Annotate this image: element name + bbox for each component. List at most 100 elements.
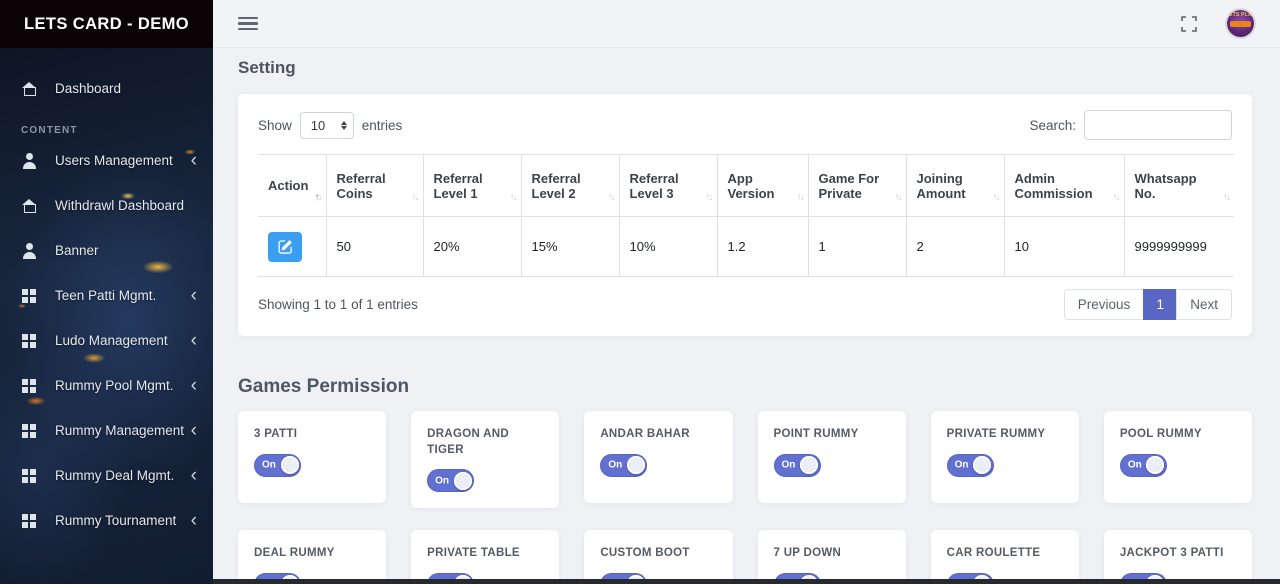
sidebar: LETS CARD - DEMO Dashboard CONTENT Users… (0, 0, 213, 584)
user-icon (21, 243, 38, 259)
column-header-referral-coins[interactable]: Referral Coins↑↓ (326, 155, 423, 217)
sidebar-item-rummy-deal-mgmt[interactable]: Rummy Deal Mgmt. ‹ (0, 453, 213, 498)
grid-icon (21, 333, 38, 349)
sidebar-item-label: Dashboard (55, 81, 197, 96)
game-title: DEAL RUMMY (254, 546, 372, 562)
game-card-private-table: PRIVATE TABLE On (411, 530, 559, 584)
sort-icon: ↑↓ (797, 192, 803, 203)
toggle-knob (281, 456, 299, 474)
game-title: DRAGON AND TIGER (427, 427, 545, 458)
page-number-button[interactable]: 1 (1143, 289, 1177, 320)
game-title: CUSTOM BOOT (600, 546, 718, 562)
chevron-left-icon: ‹ (191, 424, 197, 438)
sidebar-item-label: Banner (55, 243, 197, 258)
page-size-value: 10 (311, 118, 341, 133)
joining-amount-cell: 2 (906, 217, 1004, 277)
chevron-left-icon: ‹ (191, 514, 197, 528)
sidebar-item-withdrawl-dashboard[interactable]: Withdrawl Dashboard (0, 183, 213, 228)
table-row: 50 20% 15% 10% 1.2 1 2 10 9999999999 (258, 217, 1234, 277)
toggle-knob (1146, 456, 1164, 474)
page-size-select[interactable]: 10 (300, 112, 354, 139)
select-spinner-icon (341, 121, 347, 130)
games-permission-title: Games Permission (238, 376, 1252, 398)
referral-level-2-cell: 15% (521, 217, 619, 277)
home-icon (21, 198, 38, 214)
whatsapp-no-cell: 9999999999 (1124, 217, 1234, 277)
sort-icon: ↑↓ (315, 192, 321, 203)
chevron-left-icon: ‹ (191, 289, 197, 303)
admin-commission-cell: 10 (1004, 217, 1124, 277)
sidebar-item-dashboard[interactable]: Dashboard (0, 66, 213, 111)
referral-level-3-cell: 10% (619, 217, 717, 277)
column-header-whatsapp-no[interactable]: Whatsapp No.↑↓ (1124, 155, 1234, 217)
game-card-dragon-and-tiger: DRAGON AND TIGER On (411, 411, 559, 508)
search-label: Search: (1029, 118, 1076, 133)
next-page-button[interactable]: Next (1176, 289, 1232, 320)
column-header-joining-amount[interactable]: Joining Amount↑↓ (906, 155, 1004, 217)
sidebar-item-rummy-management[interactable]: Rummy Management ‹ (0, 408, 213, 453)
column-header-referral-level-2[interactable]: Referral Level 2↑↓ (521, 155, 619, 217)
game-card-car-roulette: CAR ROULETTE On (931, 530, 1079, 584)
toggle-knob (627, 456, 645, 474)
column-header-referral-level-3[interactable]: Referral Level 3↑↓ (619, 155, 717, 217)
game-card-deal-rummy: DEAL RUMMY On (238, 530, 386, 584)
sidebar-nav: Dashboard CONTENT Users Management ‹ Wit… (0, 48, 213, 543)
game-for-private-cell: 1 (808, 217, 906, 277)
toggle-switch[interactable]: On (600, 454, 647, 477)
sort-icon: ↑↓ (1113, 192, 1119, 203)
sidebar-item-label: Rummy Management (55, 423, 191, 438)
column-header-game-for-private[interactable]: Game For Private↑↓ (808, 155, 906, 217)
toggle-switch[interactable]: On (254, 454, 301, 477)
hamburger-menu-icon[interactable] (238, 14, 258, 34)
sidebar-item-label: Rummy Pool Mgmt. (55, 378, 191, 393)
fullscreen-icon[interactable] (1181, 16, 1197, 32)
games-permission-grid: 3 PATTI On DRAGON AND TIGER On ANDAR BAH… (238, 411, 1252, 584)
column-header-admin-commission[interactable]: Admin Commission↑↓ (1004, 155, 1124, 217)
sidebar-item-rummy-tournament[interactable]: Rummy Tournament ‹ (0, 498, 213, 543)
game-card-private-rummy: PRIVATE RUMMY On (931, 411, 1079, 503)
toggle-switch[interactable]: On (1120, 454, 1167, 477)
toggle-switch[interactable]: On (427, 469, 474, 492)
toggle-switch[interactable]: On (947, 454, 994, 477)
sort-icon: ↑↓ (412, 192, 418, 203)
toggle-knob (454, 472, 472, 490)
game-title: PRIVATE TABLE (427, 546, 545, 562)
home-icon (21, 81, 38, 97)
chevron-left-icon: ‹ (191, 154, 197, 168)
game-title: POOL RUMMY (1120, 427, 1238, 443)
sidebar-item-label: Teen Patti Mgmt. (55, 288, 191, 303)
game-title: POINT RUMMY (774, 427, 892, 443)
sidebar-item-ludo-management[interactable]: Ludo Management ‹ (0, 318, 213, 363)
sidebar-item-teen-patti-mgmt[interactable]: Teen Patti Mgmt. ‹ (0, 273, 213, 318)
search-input[interactable] (1084, 110, 1232, 140)
previous-page-button[interactable]: Previous (1064, 289, 1145, 320)
sidebar-item-users-management[interactable]: Users Management ‹ (0, 138, 213, 183)
grid-icon (21, 468, 38, 484)
toggle-switch[interactable]: On (774, 454, 821, 477)
column-header-referral-level-1[interactable]: Referral Level 1↑↓ (423, 155, 521, 217)
pagination: Previous 1 Next (1064, 289, 1232, 320)
sort-icon: ↑↓ (1223, 192, 1229, 203)
column-header-app-version[interactable]: App Version↑↓ (717, 155, 808, 217)
setting-table: Action↑↓ Referral Coins↑↓ Referral Level… (258, 154, 1234, 277)
grid-icon (21, 513, 38, 529)
sidebar-item-label: Withdrawl Dashboard (55, 198, 197, 213)
sidebar-item-rummy-pool-mgmt[interactable]: Rummy Pool Mgmt. ‹ (0, 363, 213, 408)
brand-header: LETS CARD - DEMO (0, 0, 213, 48)
app-version-cell: 1.2 (717, 217, 808, 277)
sort-icon: ↑↓ (608, 192, 614, 203)
game-title: JACKPOT 3 PATTI (1120, 546, 1238, 562)
entries-label: entries (362, 118, 403, 133)
chevron-left-icon: ‹ (191, 469, 197, 483)
edit-button[interactable] (268, 232, 302, 262)
table-controls: Show 10 entries Search: (258, 110, 1232, 140)
toggle-knob (973, 456, 991, 474)
chevron-left-icon: ‹ (191, 334, 197, 348)
column-header-action[interactable]: Action↑↓ (258, 155, 326, 217)
sidebar-item-banner[interactable]: Banner (0, 228, 213, 273)
toggle-knob (800, 456, 818, 474)
setting-table-card: Show 10 entries Search: Action↑↓ Ref (238, 94, 1252, 336)
user-icon (21, 153, 38, 169)
user-avatar[interactable]: ETS PLA (1227, 10, 1254, 37)
table-footer: Showing 1 to 1 of 1 entries Previous 1 N… (258, 289, 1232, 320)
